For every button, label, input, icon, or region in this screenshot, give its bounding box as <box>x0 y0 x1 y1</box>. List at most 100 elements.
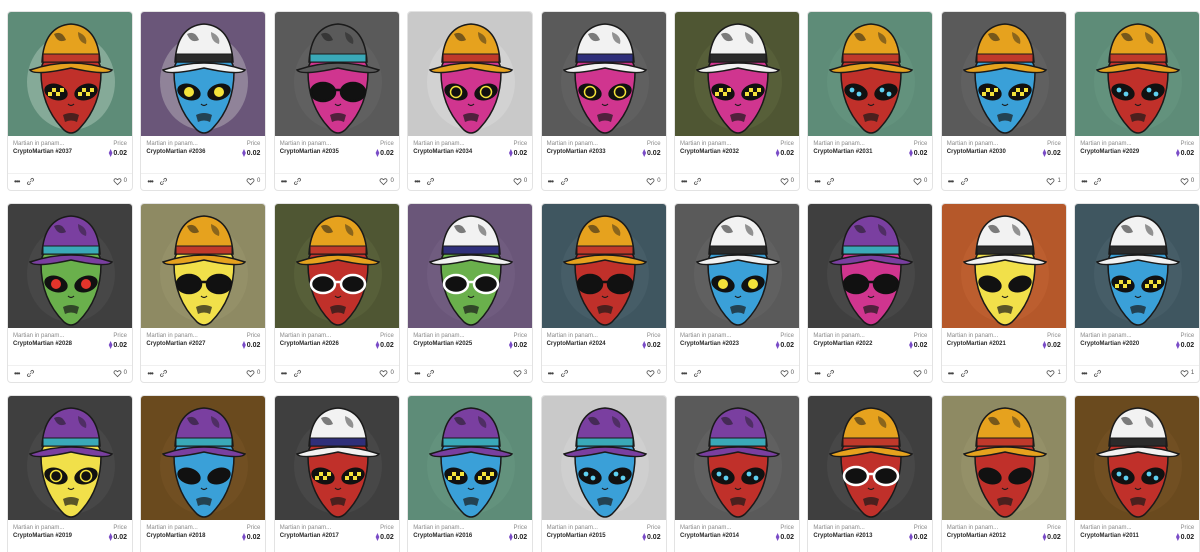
token-name[interactable]: CryptoMartian #2033 <box>547 149 606 155</box>
nft-card[interactable]: Martian in panam... CryptoMartian #2037 Pr… <box>7 11 133 191</box>
nft-artwork[interactable] <box>941 396 1067 520</box>
like-button[interactable]: 3 <box>513 369 527 378</box>
heart-icon[interactable] <box>246 177 255 186</box>
like-button[interactable]: 0 <box>1180 177 1194 186</box>
collection-name[interactable]: Martian in panam... <box>680 141 731 147</box>
nft-card[interactable]: Martian in panam... CryptoMartian #2036 Pr… <box>140 11 267 191</box>
token-name[interactable]: CryptoMartian #2024 <box>547 341 606 347</box>
token-name[interactable]: CryptoMartian #2015 <box>547 533 606 539</box>
more-icon[interactable]: ••• <box>681 178 687 186</box>
heart-icon[interactable] <box>513 177 522 186</box>
collection-name[interactable]: Martian in panam... <box>13 525 64 531</box>
like-button[interactable]: 0 <box>646 369 661 378</box>
nft-card[interactable]: Martian in panam... CryptoMartian #2011 Pr… <box>1074 395 1200 552</box>
nft-card[interactable]: Martian in panam... CryptoMartian #2022 Pr… <box>807 203 934 383</box>
collection-name[interactable]: Martian in panam... <box>413 525 464 531</box>
collection-name[interactable]: Martian in panam... <box>1080 141 1131 147</box>
nft-artwork[interactable] <box>8 12 133 136</box>
link-icon[interactable] <box>1093 369 1102 378</box>
nft-artwork[interactable] <box>541 12 667 136</box>
more-icon[interactable]: ••• <box>1081 178 1087 186</box>
heart-icon[interactable] <box>513 369 522 378</box>
link-icon[interactable] <box>293 369 302 378</box>
link-icon[interactable] <box>693 369 702 378</box>
link-icon[interactable] <box>159 369 168 378</box>
link-icon[interactable] <box>826 177 835 186</box>
more-icon[interactable]: ••• <box>147 370 153 378</box>
token-name[interactable]: CryptoMartian #2035 <box>280 149 339 155</box>
collection-name[interactable]: Martian in panam... <box>547 141 598 147</box>
token-name[interactable]: CryptoMartian #2016 <box>413 533 472 539</box>
nft-artwork[interactable] <box>408 12 533 136</box>
more-icon[interactable]: ••• <box>548 178 554 186</box>
collection-name[interactable]: Martian in panam... <box>680 333 731 339</box>
collection-name[interactable]: Martian in panam... <box>146 141 197 147</box>
collection-name[interactable]: Martian in panam... <box>680 525 731 531</box>
nft-artwork[interactable] <box>941 12 1067 136</box>
link-icon[interactable] <box>1093 177 1102 186</box>
nft-card[interactable]: Martian in panam... CryptoMartian #2025 Pr… <box>407 203 534 383</box>
link-icon[interactable] <box>826 369 835 378</box>
nft-artwork[interactable] <box>408 204 533 328</box>
like-button[interactable]: 0 <box>379 369 394 378</box>
nft-artwork[interactable] <box>1075 204 1200 328</box>
collection-name[interactable]: Martian in panam... <box>947 333 998 339</box>
nft-card[interactable]: Martian in panam... CryptoMartian #2030 Pr… <box>940 11 1067 191</box>
like-button[interactable]: 1 <box>1046 177 1061 186</box>
token-name[interactable]: CryptoMartian #2027 <box>146 341 205 347</box>
link-icon[interactable] <box>159 177 168 186</box>
nft-card[interactable]: Martian in panam... CryptoMartian #2021 Pr… <box>940 203 1067 383</box>
nft-artwork[interactable] <box>141 12 266 136</box>
nft-card[interactable]: Martian in panam... CryptoMartian #2017 Pr… <box>273 395 400 552</box>
token-name[interactable]: CryptoMartian #2022 <box>813 341 872 347</box>
token-name[interactable]: CryptoMartian #2037 <box>13 149 72 155</box>
collection-name[interactable]: Martian in panam... <box>1080 333 1131 339</box>
nft-artwork[interactable] <box>141 396 266 520</box>
heart-icon[interactable] <box>913 177 922 186</box>
nft-artwork[interactable] <box>808 204 933 328</box>
more-icon[interactable]: ••• <box>948 370 954 378</box>
like-button[interactable]: 0 <box>246 369 260 378</box>
collection-name[interactable]: Martian in panam... <box>947 525 998 531</box>
collection-name[interactable]: Martian in panam... <box>813 141 864 147</box>
link-icon[interactable] <box>960 177 969 186</box>
nft-artwork[interactable] <box>8 204 133 328</box>
more-icon[interactable]: ••• <box>14 178 20 186</box>
nft-artwork[interactable] <box>1075 396 1200 520</box>
heart-icon[interactable] <box>246 369 255 378</box>
nft-card[interactable]: Martian in panam... CryptoMartian #2018 Pr… <box>140 395 267 552</box>
nft-card[interactable]: Martian in panam... CryptoMartian #2012 Pr… <box>940 395 1067 552</box>
nft-card[interactable]: Martian in panam... CryptoMartian #2028 Pr… <box>7 203 133 383</box>
like-button[interactable]: 0 <box>113 369 127 378</box>
like-button[interactable]: 0 <box>913 177 927 186</box>
heart-icon[interactable] <box>780 177 789 186</box>
nft-artwork[interactable] <box>8 396 133 520</box>
like-button[interactable]: 0 <box>780 369 794 378</box>
token-name[interactable]: CryptoMartian #2021 <box>947 341 1006 347</box>
nft-card[interactable]: Martian in panam... CryptoMartian #2031 Pr… <box>807 11 934 191</box>
nft-card[interactable]: Martian in panam... CryptoMartian #2026 Pr… <box>273 203 400 383</box>
nft-artwork[interactable] <box>675 396 800 520</box>
token-name[interactable]: CryptoMartian #2020 <box>1080 341 1139 347</box>
heart-icon[interactable] <box>1046 177 1055 186</box>
like-button[interactable]: 1 <box>1046 369 1061 378</box>
collection-name[interactable]: Martian in panam... <box>813 525 864 531</box>
link-icon[interactable] <box>560 369 569 378</box>
token-name[interactable]: CryptoMartian #2026 <box>280 341 339 347</box>
token-name[interactable]: CryptoMartian #2030 <box>947 149 1006 155</box>
nft-card[interactable]: Martian in panam... CryptoMartian #2014 Pr… <box>674 395 800 552</box>
token-name[interactable]: CryptoMartian #2031 <box>813 149 872 155</box>
collection-name[interactable]: Martian in panam... <box>947 141 998 147</box>
nft-artwork[interactable] <box>1075 12 1200 136</box>
nft-artwork[interactable] <box>675 12 800 136</box>
nft-card[interactable]: Martian in panam... CryptoMartian #2020 Pr… <box>1074 203 1200 383</box>
nft-artwork[interactable] <box>541 396 667 520</box>
nft-card[interactable]: Martian in panam... CryptoMartian #2035 Pr… <box>273 11 400 191</box>
collection-name[interactable]: Martian in panam... <box>146 333 197 339</box>
collection-name[interactable]: Martian in panam... <box>413 333 464 339</box>
nft-artwork[interactable] <box>675 204 800 328</box>
link-icon[interactable] <box>293 177 302 186</box>
more-icon[interactable]: ••• <box>814 178 820 186</box>
nft-card[interactable]: Martian in panam... CryptoMartian #2016 Pr… <box>407 395 534 552</box>
collection-name[interactable]: Martian in panam... <box>13 333 64 339</box>
